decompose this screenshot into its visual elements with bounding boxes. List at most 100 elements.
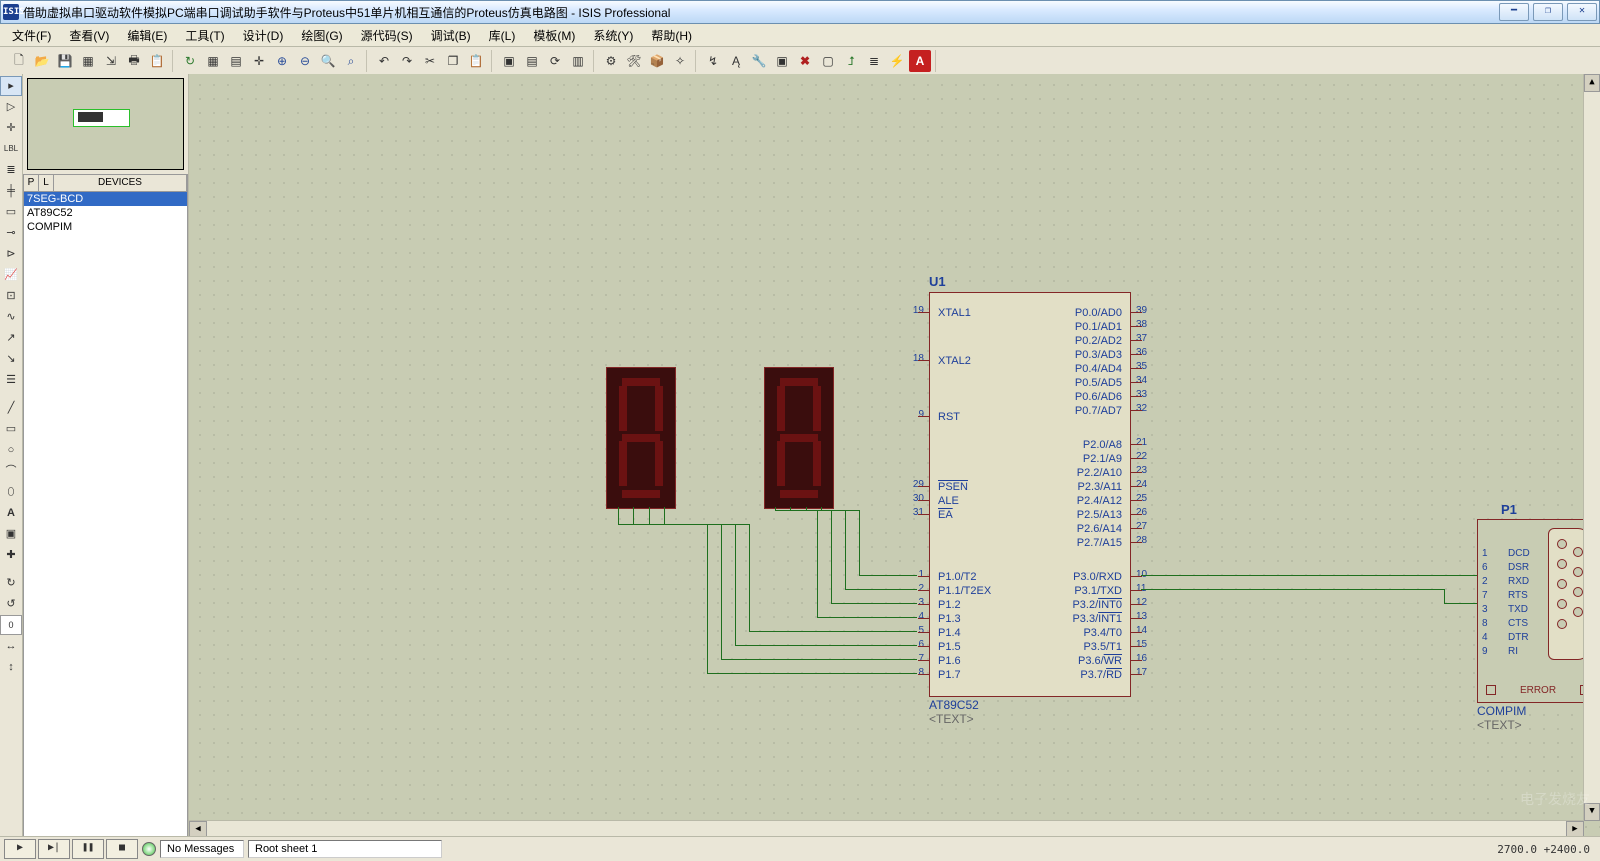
horizontal-scrollbar[interactable]: ◀ ▶ [189,820,1584,837]
block-delete-icon[interactable]: ▥ [567,50,589,72]
flip-v-icon[interactable]: ↕ [0,657,22,677]
seven-seg-display-2[interactable] [764,367,834,509]
menu-item[interactable]: 绘图(G) [293,25,350,46]
menu-bar[interactable]: 文件(F)查看(V)编辑(E)工具(T)设计(D)绘图(G)源代码(S)调试(B… [0,24,1600,47]
text-script-icon[interactable]: ≣ [0,160,22,180]
delete-sheet-icon[interactable]: ▢ [817,50,839,72]
menu-item[interactable]: 源代码(S) [353,25,421,46]
virtual-instrument-icon[interactable]: ☰ [0,370,22,390]
play-button[interactable]: ▶ [4,839,36,859]
subcircuit-icon[interactable]: ▭ [0,202,22,222]
menu-item[interactable]: 模板(M) [525,25,583,46]
device-list[interactable]: 7SEG-BCDAT89C52COMPIM [23,192,188,837]
menu-item[interactable]: 帮助(H) [643,25,700,46]
property-icon[interactable]: 🔧 [748,50,770,72]
rotate-ccw-icon[interactable]: ↺ [0,594,22,614]
rotate-cw-icon[interactable]: ↻ [0,573,22,593]
toggle-wire-icon[interactable]: ↯ [702,50,724,72]
seven-seg-display-1[interactable] [606,367,676,509]
graph-icon[interactable]: 📈 [0,265,22,285]
search-text-icon[interactable]: Ą [725,50,747,72]
label-tool-icon[interactable]: LBL [0,139,22,159]
probe-i-icon[interactable]: ↘ [0,349,22,369]
schematic-canvas[interactable]: U1 19XTAL118XTAL29RST29PSEN30ALE31EA1P1.… [189,74,1600,837]
scroll-left-icon[interactable]: ◀ [189,821,207,837]
step-button[interactable]: ▶| [38,839,70,859]
scroll-right-icon[interactable]: ▶ [1566,821,1584,837]
paste-icon[interactable]: 📋 [465,50,487,72]
zoom-in-icon[interactable]: ⊕ [271,50,293,72]
zoom-fit-icon[interactable]: 🔍 [317,50,339,72]
grid-icon[interactable]: ▦ [202,50,224,72]
u1-component[interactable]: 19XTAL118XTAL29RST29PSEN30ALE31EA1P1.0/T… [929,292,1131,697]
menu-item[interactable]: 系统(Y) [585,25,641,46]
bill-of-materials-icon[interactable]: ≣ [863,50,885,72]
bus-tool-icon[interactable]: ╪ [0,181,22,201]
symbol-2d-icon[interactable]: ▣ [0,524,22,544]
vertical-scrollbar[interactable]: ▲ ▼ [1583,74,1600,821]
exit-to-parent-icon[interactable]: ⮥ [840,50,862,72]
pick-device-icon[interactable]: ⚙ [600,50,622,72]
zoom-area-icon[interactable]: ⌕ [340,50,362,72]
text-2d-icon[interactable]: A [0,503,22,523]
new-sheet-icon[interactable]: ✖ [794,50,816,72]
electrical-check-icon[interactable]: ⚡ [886,50,908,72]
circle-2d-icon[interactable]: ○ [0,440,22,460]
print-icon[interactable]: 🖶 [123,50,145,72]
netlist-to-ares-icon[interactable]: A [909,50,931,72]
decompose-icon[interactable]: ✧ [669,50,691,72]
component-tool-icon[interactable]: ▷ [0,97,22,117]
p1-component[interactable]: ERROR 1DCD6DSR2RXD7RTS3TXD8CTS4DTR9RI [1477,519,1599,703]
import-icon[interactable]: ⇲ [100,50,122,72]
pause-button[interactable]: ❚❚ [72,839,104,859]
make-device-icon[interactable]: 🛠 [623,50,645,72]
copy-icon[interactable]: ❐ [442,50,464,72]
packaging-icon[interactable]: 📦 [646,50,668,72]
menu-item[interactable]: 工具(T) [177,25,232,46]
center-icon[interactable]: ✛ [248,50,270,72]
open-file-icon[interactable]: 📂 [31,50,53,72]
angle-input[interactable]: 0 [0,615,22,635]
clipboard-icon[interactable]: 📋 [146,50,168,72]
block-move-icon[interactable]: ▤ [521,50,543,72]
line-2d-icon[interactable]: ╱ [0,398,22,418]
new-file-icon[interactable]: 🗋 [8,50,30,72]
zoom-out-icon[interactable]: ⊖ [294,50,316,72]
stop-button[interactable]: ■ [106,839,138,859]
probe-v-icon[interactable]: ↗ [0,328,22,348]
terminal-icon[interactable]: ⊸ [0,223,22,243]
menu-item[interactable]: 查看(V) [61,25,117,46]
redo-icon[interactable]: ↷ [396,50,418,72]
tape-icon[interactable]: ⊡ [0,286,22,306]
l-button[interactable]: L [39,175,54,191]
marker-2d-icon[interactable]: ✚ [0,545,22,565]
selection-tool-icon[interactable]: ▸ [0,76,22,96]
menu-item[interactable]: 设计(D) [235,25,292,46]
undo-icon[interactable]: ↶ [373,50,395,72]
block-copy-icon[interactable]: ▣ [498,50,520,72]
section-icon[interactable]: ▦ [77,50,99,72]
menu-item[interactable]: 库(L) [481,25,524,46]
scroll-down-icon[interactable]: ▼ [1584,803,1600,821]
device-pin-icon[interactable]: ⊳ [0,244,22,264]
path-2d-icon[interactable]: ⬯ [0,482,22,502]
device-list-item[interactable]: COMPIM [24,220,187,234]
close-button[interactable]: ✕ [1567,3,1597,21]
maximize-button[interactable]: ❐ [1533,3,1563,21]
box-2d-icon[interactable]: ▭ [0,419,22,439]
save-file-icon[interactable]: 💾 [54,50,76,72]
cut-icon[interactable]: ✂ [419,50,441,72]
menu-item[interactable]: 调试(B) [423,25,479,46]
arc-2d-icon[interactable]: ⌒ [0,461,22,481]
device-list-item[interactable]: AT89C52 [24,206,187,220]
menu-item[interactable]: 文件(F) [4,25,59,46]
scroll-up-icon[interactable]: ▲ [1584,74,1600,92]
minimize-button[interactable]: ━ [1499,3,1529,21]
block-rotate-icon[interactable]: ⟳ [544,50,566,72]
refresh-icon[interactable]: ↻ [179,50,201,72]
status-sheet[interactable]: Root sheet 1 [248,840,442,858]
p-button[interactable]: P [24,175,39,191]
design-explorer-icon[interactable]: ▣ [771,50,793,72]
generator-icon[interactable]: ∿ [0,307,22,327]
device-list-item[interactable]: 7SEG-BCD [24,192,187,206]
